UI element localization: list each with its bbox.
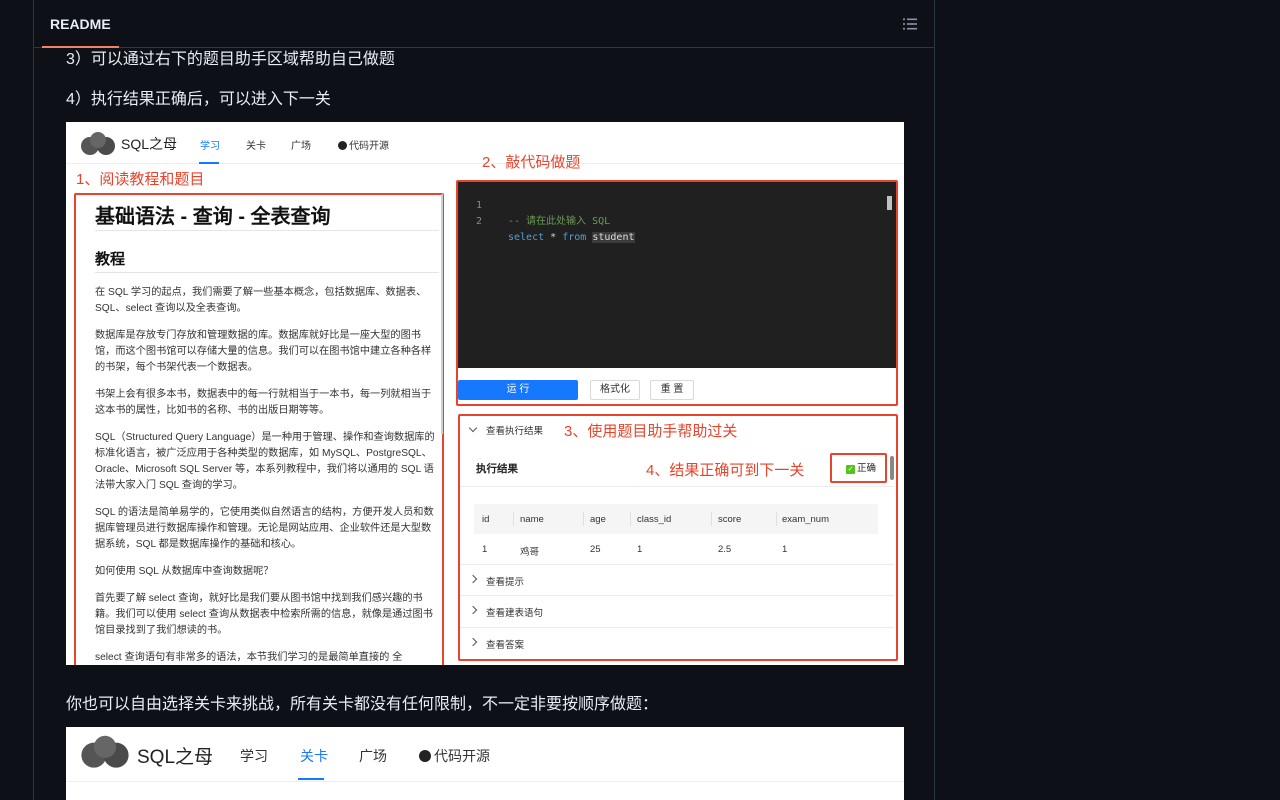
column-header: score: [718, 514, 742, 525]
readme-tab[interactable]: README: [42, 0, 119, 48]
md-step-3: 3）可以通过右下的题目助手区域帮助自己做题: [66, 51, 395, 68]
column-separator: [583, 512, 584, 526]
tutorial-paragraph: 首先要了解 select 查询，就好比是我们要从图书馆中找到我们感兴趣的书籍。我…: [95, 593, 433, 636]
table-cell: 25: [590, 544, 601, 555]
chevron-right-icon: [468, 605, 478, 615]
table-cell: 1: [637, 544, 643, 555]
logo-text: SQL之母: [121, 136, 178, 152]
readme-header: README: [34, 0, 934, 48]
chevron-down-icon: [468, 423, 478, 433]
nav-active-underline: [199, 162, 219, 164]
tutorial-paragraph: 在 SQL 学习的起点，我们需要了解一些基本概念，包括数据库、数据表、SQL、s…: [95, 287, 427, 314]
annotation-step3: 3、使用题目助手帮助过关: [564, 423, 738, 440]
result-scrollbar[interactable]: [890, 456, 894, 480]
run-button[interactable]: 运 行: [458, 380, 578, 400]
chevron-right-icon: [468, 637, 478, 647]
column-header: age: [590, 514, 606, 525]
readme-panel: README 3）可以通过右下的题目助手区域帮助自己做题 4）执行结果正确后，可…: [33, 0, 935, 800]
tutorial-title: 基础语法 - 查询 - 全表查询: [95, 206, 331, 228]
logo-icon: [81, 132, 115, 155]
divider: [95, 272, 439, 273]
logo-text: SQL之母: [137, 747, 214, 768]
create-table-toggle[interactable]: 查看建表语句: [460, 596, 894, 627]
divider: [66, 781, 904, 782]
nav-learn[interactable]: 学习: [200, 137, 220, 152]
tutorial-scrollbar[interactable]: [441, 194, 443, 434]
column-header: class_id: [637, 514, 672, 525]
highlight-result-status: [830, 453, 887, 483]
list-unordered-icon[interactable]: [900, 14, 920, 34]
logo-icon: [81, 735, 129, 768]
tutorial-paragraph: SQL 的语法是简单易学的，它使用类似自然语言的结构，方便开发人员和数据库管理员…: [95, 507, 434, 550]
nav-square[interactable]: 广场: [291, 137, 311, 152]
code-line-1: 1 -- 请在此处输入 SQL: [476, 200, 611, 227]
column-header: id: [482, 514, 490, 525]
column-header: exam_num: [782, 514, 829, 525]
code-line-2: 2 select * from student: [476, 216, 635, 243]
tutorial-paragraph: 如何使用 SQL 从数据库中查询数据呢？: [95, 566, 274, 577]
result-table-header: id name age class_id score exam_num: [474, 504, 878, 534]
annotation-step1: 1、阅读教程和题目: [76, 171, 205, 188]
nav-open-source[interactable]: 代码开源: [419, 746, 490, 766]
md-step-4: 4）执行结果正确后，可以进入下一关: [66, 91, 331, 108]
md-free-choice: 你也可以自由选择关卡来挑战，所有关卡都没有任何限制，不一定非要按顺序做题：: [66, 696, 659, 713]
app-screenshot-1: SQL之母 学习 关卡 广场 代码开源 2、敲代码做题 1、阅读教程和题目 基础…: [66, 122, 904, 665]
table-cell: 鸡哥: [520, 547, 540, 558]
column-header: name: [520, 514, 544, 525]
nav-active-underline: [298, 778, 324, 780]
column-separator: [513, 512, 514, 526]
result-title: 执行结果: [476, 463, 518, 475]
tutorial-paragraph: SQL（Structured Query Language）是一种用于管理、操作…: [95, 432, 435, 491]
nav-open-source[interactable]: 代码开源: [338, 137, 389, 152]
column-separator: [630, 512, 631, 526]
column-separator: [776, 512, 777, 526]
github-icon: [338, 141, 347, 150]
column-separator: [711, 512, 712, 526]
tutorial-paragraph: 书架上会有很多本书，数据表中的每一行就相当于一本书，每一列就相当于这本书的属性，…: [95, 389, 432, 416]
chevron-right-icon: [468, 574, 478, 584]
format-button[interactable]: 格式化: [590, 380, 640, 400]
tutorial-paragraph: 数据库是存放专门存放和管理数据的库。数据库就好比是一座大型的图书馆，而这个图书馆…: [95, 330, 432, 373]
annotation-step4: 4、结果正确可到下一关: [646, 462, 805, 479]
tutorial-paragraph: select 查询语句有非常多的语法，本节我们学习的是最简单直接的 全: [95, 652, 403, 663]
table-cell: 2.5: [718, 544, 732, 555]
tutorial-section-heading: 教程: [95, 251, 126, 268]
divider: [95, 230, 439, 231]
nav-levels[interactable]: 关卡: [246, 137, 266, 152]
reset-button[interactable]: 重 置: [650, 380, 694, 400]
app-screenshot-2: SQL之母 学习 关卡 广场 代码开源: [66, 727, 904, 800]
nav-learn[interactable]: 学习: [240, 746, 268, 766]
editor-scrollbar[interactable]: [887, 196, 892, 210]
table-cell: 1: [782, 544, 788, 555]
nav-square[interactable]: 广场: [359, 746, 387, 766]
tutorial-panel: 基础语法 - 查询 - 全表查询 教程 在 SQL 学习的起点，我们需要了解一些…: [75, 194, 443, 664]
nav-levels[interactable]: 关卡: [300, 746, 328, 766]
table-cell: 1: [482, 544, 488, 555]
hint-toggle[interactable]: 查看提示: [460, 565, 894, 595]
github-icon: [419, 750, 431, 762]
annotation-step2: 2、敲代码做题: [482, 154, 581, 171]
answer-toggle[interactable]: 查看答案: [460, 628, 894, 659]
divider: [460, 486, 894, 487]
code-editor[interactable]: 1 -- 请在此处输入 SQL 2 select * from student: [458, 182, 896, 368]
